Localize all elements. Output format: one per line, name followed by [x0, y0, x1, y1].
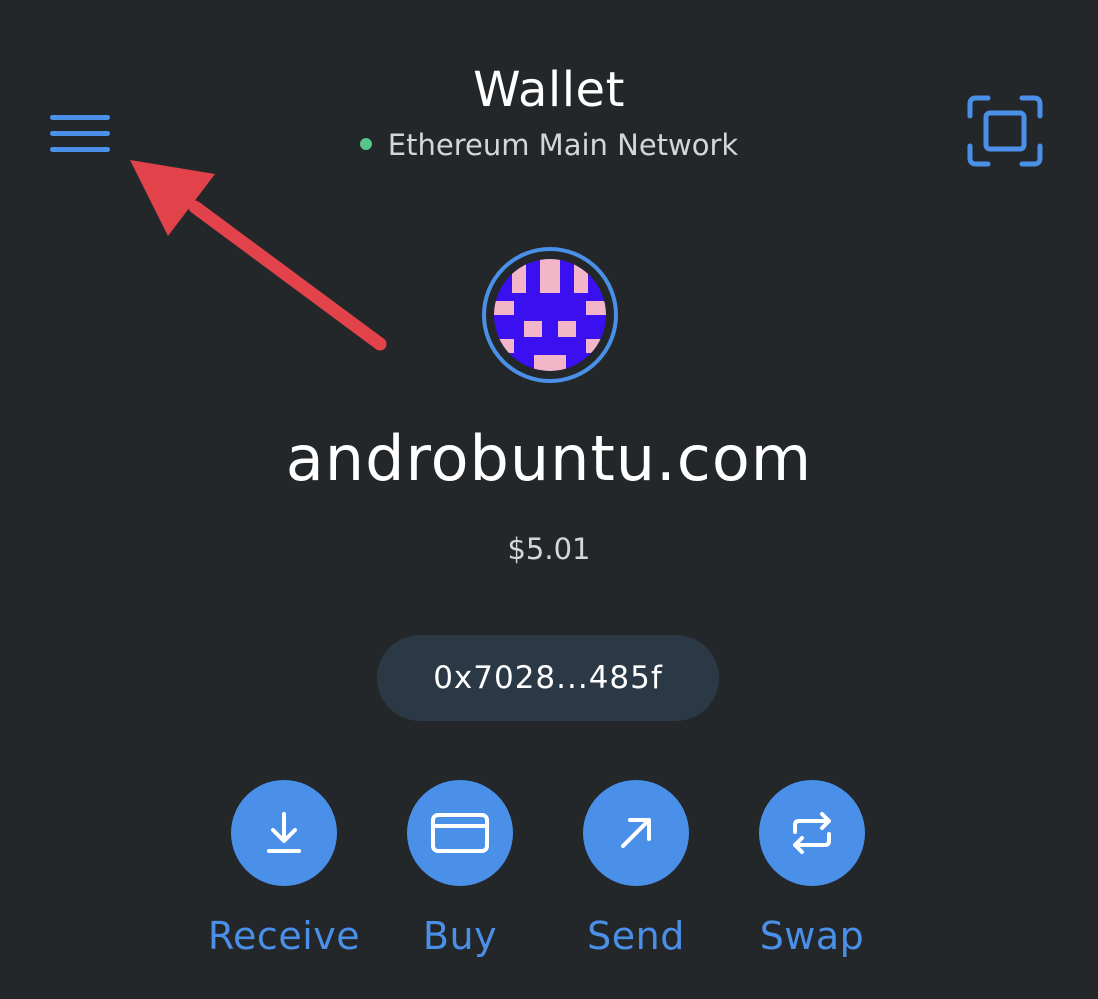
swap-button[interactable]: Swap [732, 780, 892, 958]
network-selector[interactable]: Ethereum Main Network [0, 128, 1098, 162]
network-status-dot [359, 138, 372, 150]
buy-button[interactable]: Buy [380, 780, 540, 958]
swap-arrows-icon [793, 812, 831, 854]
buy-label: Buy [422, 914, 498, 958]
account-name: androbuntu.com [285, 422, 813, 495]
account-address: 0x7028...485f [433, 660, 663, 696]
wallet-screen: Wallet Ethereum Main Network androbuntu.… [0, 0, 1098, 999]
account-address-button[interactable]: 0x7028...485f [377, 635, 719, 721]
qr-scan-icon[interactable] [962, 90, 1048, 172]
arrow-up-right-icon [621, 818, 651, 848]
receive-button[interactable]: Receive [204, 780, 364, 958]
account-balance: $5.01 [507, 532, 591, 566]
send-label: Send [587, 914, 685, 958]
network-name: Ethereum Main Network [387, 128, 739, 162]
download-icon [267, 812, 301, 853]
swap-label: Swap [759, 914, 865, 958]
account-avatar[interactable] [482, 247, 618, 383]
credit-card-icon [431, 813, 489, 853]
send-button[interactable]: Send [556, 780, 716, 958]
identicon [494, 259, 606, 371]
receive-label: Receive [207, 914, 361, 958]
page-title: Wallet [473, 62, 625, 118]
